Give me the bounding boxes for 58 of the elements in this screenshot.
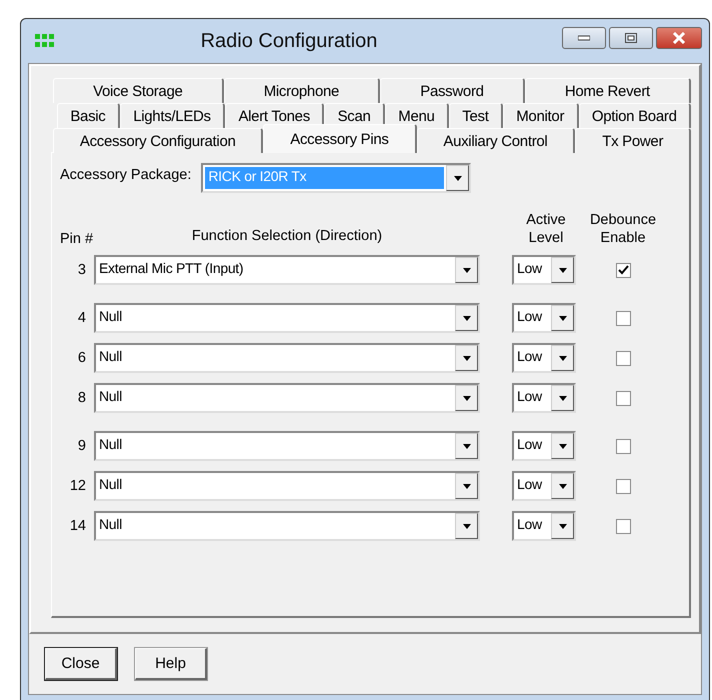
- tab[interactable]: Tx Power: [575, 128, 692, 153]
- level-dropdown[interactable]: Low: [512, 431, 576, 461]
- dialog-button[interactable]: Help: [135, 648, 207, 680]
- tab[interactable]: Home Revert: [524, 78, 691, 103]
- function-dropdown[interactable]: Null: [94, 431, 480, 461]
- tab[interactable]: Voice Storage: [53, 78, 224, 103]
- debounce-checkbox[interactable]: [616, 478, 630, 494]
- tab[interactable]: Password: [380, 78, 525, 103]
- field-label: Accessory Package:: [60, 166, 192, 183]
- tab[interactable]: Alert Tones: [225, 103, 324, 128]
- function-dropdown[interactable]: Null: [94, 471, 480, 501]
- maximize-button[interactable]: [609, 27, 653, 49]
- column-header: Active Level: [525, 211, 567, 247]
- column-header: Pin #: [60, 231, 94, 247]
- tab[interactable]: Accessory Configuration: [53, 128, 264, 153]
- debounce-checkbox[interactable]: [616, 438, 630, 454]
- tab[interactable]: Basic: [57, 103, 120, 128]
- level-dropdown[interactable]: Low: [512, 303, 576, 333]
- minimize-button[interactable]: [562, 27, 606, 49]
- debounce-checkbox[interactable]: [616, 310, 630, 326]
- pin-number: 3: [76, 262, 87, 278]
- debounce-checkbox[interactable]: [616, 350, 630, 366]
- debounce-checkbox[interactable]: [616, 518, 630, 534]
- tab[interactable]: Lights/LEDs: [120, 103, 226, 128]
- function-dropdown[interactable]: Null: [94, 511, 480, 541]
- tab[interactable]: Monitor: [502, 103, 578, 128]
- level-dropdown[interactable]: Low: [512, 255, 576, 285]
- close-icon: [672, 32, 686, 44]
- tab[interactable]: Option Board: [578, 103, 691, 128]
- tab[interactable]: Accessory Pins: [263, 124, 416, 153]
- tab[interactable]: Microphone: [224, 78, 380, 103]
- close-button[interactable]: [656, 27, 702, 49]
- window-title: Radio Configuration: [200, 30, 378, 52]
- function-dropdown[interactable]: External Mic PTT (Input): [94, 255, 480, 285]
- tab[interactable]: Auxiliary Control: [416, 128, 576, 153]
- pin-number: 9: [76, 438, 87, 454]
- function-dropdown[interactable]: Null: [94, 343, 480, 373]
- level-dropdown[interactable]: Low: [512, 383, 576, 413]
- minimize-icon: [578, 35, 590, 41]
- function-dropdown[interactable]: Null: [94, 383, 480, 413]
- column-header: Function Selection (Direction): [190, 227, 384, 246]
- pin-number: 6: [76, 350, 87, 366]
- maximize-icon: [625, 33, 637, 43]
- app-icon: [34, 33, 56, 49]
- column-header: Debounce Enable: [588, 211, 658, 247]
- pin-number: 8: [76, 390, 87, 406]
- function-dropdown[interactable]: Null: [94, 303, 480, 333]
- debounce-checkbox[interactable]: [616, 390, 630, 406]
- pin-number: 14: [68, 518, 87, 534]
- level-dropdown[interactable]: Low: [512, 511, 576, 541]
- pin-number: 4: [76, 310, 87, 326]
- dialog-button[interactable]: Close: [45, 648, 117, 680]
- tab[interactable]: Test: [448, 103, 503, 128]
- level-dropdown[interactable]: Low: [512, 471, 576, 501]
- pin-number: 12: [68, 478, 87, 494]
- debounce-checkbox[interactable]: [616, 262, 630, 278]
- level-dropdown[interactable]: Low: [512, 343, 576, 373]
- tab[interactable]: Menu: [384, 103, 449, 128]
